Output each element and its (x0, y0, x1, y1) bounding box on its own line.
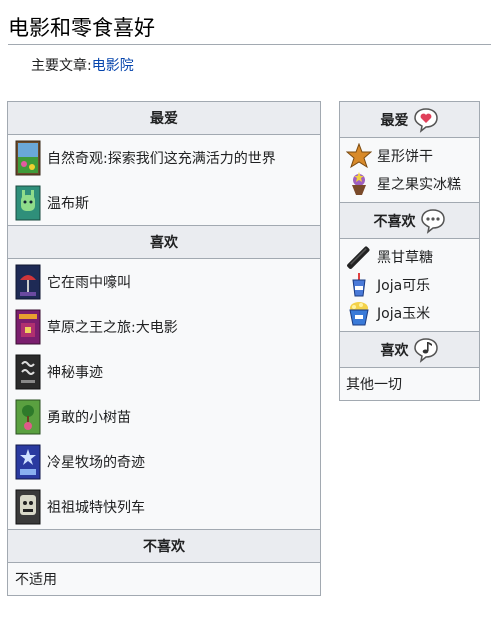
list-item: 黑甘草糖 (340, 243, 479, 271)
list-item: 草原之王之旅:大电影 (8, 304, 320, 349)
movies-disliked-header: 不喜欢 (7, 529, 321, 563)
list-item: 它在雨中嚎叫 (8, 259, 320, 304)
snacks-liked-value: 其他一切 (339, 367, 480, 401)
snack-name[interactable]: 星形饼干 (377, 146, 433, 166)
snack-name[interactable]: 黑甘草糖 (377, 247, 433, 267)
sapling-poster-icon[interactable] (15, 399, 41, 435)
movies-loved-header: 最爱 (7, 101, 321, 135)
movie-title[interactable]: 自然奇观:探索我们这充满活力的世界 (47, 148, 276, 168)
movie-preferences-table: 最爱 自然奇观:探索我们这充满活力的世界 温布斯 喜欢 它在雨中嚎叫 草原之王之… (7, 101, 321, 596)
movie-title[interactable]: 它在雨中嚎叫 (47, 272, 131, 292)
list-item: 星形饼干 (340, 142, 479, 170)
list-item: 冷星牧场的奇迹 (8, 439, 320, 484)
main-article-note: 主要文章:电影院 (31, 55, 134, 75)
main-article-link[interactable]: 电影院 (92, 58, 134, 74)
jojacorn-icon[interactable] (346, 300, 372, 326)
wumbus-poster-icon[interactable] (15, 185, 41, 221)
rain-poster-icon[interactable] (15, 264, 41, 300)
heart-bubble-icon (413, 107, 439, 133)
snack-preferences-table: 最爱 星形饼干 星之果实冰糕 不喜欢 黑甘草糖 Joja可乐 Joja玉米 喜欢… (339, 101, 480, 401)
black-licorice-icon[interactable] (346, 244, 372, 270)
stardrop-sorbet-icon[interactable] (346, 171, 372, 197)
joja-cola-icon[interactable] (346, 272, 372, 298)
list-item: Joja玉米 (340, 299, 479, 327)
movie-title[interactable]: 祖祖城特快列车 (47, 497, 145, 517)
list-item: Joja可乐 (340, 271, 479, 299)
snacks-disliked-header: 不喜欢 (373, 213, 416, 230)
snacks-liked-header-cell: 喜欢 (339, 331, 480, 368)
main-article-label: 主要文章: (31, 58, 92, 74)
movie-title[interactable]: 神秘事迹 (47, 362, 103, 382)
snack-name[interactable]: Joja玉米 (377, 303, 430, 323)
list-item: 神秘事迹 (8, 349, 320, 394)
movies-loved-cell: 自然奇观:探索我们这充满活力的世界 温布斯 (7, 134, 321, 226)
cold-star-poster-icon[interactable] (15, 444, 41, 480)
movie-title[interactable]: 勇敢的小树苗 (47, 407, 131, 427)
snacks-disliked-header-cell: 不喜欢 (339, 202, 480, 239)
movies-liked-header: 喜欢 (7, 225, 321, 259)
page-title: 电影和零食喜好 (8, 16, 155, 40)
snack-name[interactable]: 星之果实冰糕 (377, 174, 461, 194)
speech-bubble-icon (420, 208, 446, 234)
prairie-king-poster-icon[interactable] (15, 309, 41, 345)
snacks-loved-header: 最爱 (380, 112, 409, 129)
title-divider (8, 44, 491, 45)
list-item: 星之果实冰糕 (340, 170, 479, 198)
music-note-bubble-icon (413, 337, 439, 363)
movie-title[interactable]: 冷星牧场的奇迹 (47, 452, 145, 472)
snacks-loved-cell: 星形饼干 星之果实冰糕 (339, 137, 480, 203)
star-cookie-icon[interactable] (345, 142, 373, 169)
mysterium-poster-icon[interactable] (15, 354, 41, 390)
snacks-liked-header: 喜欢 (380, 342, 409, 359)
movie-title[interactable]: 草原之王之旅:大电影 (47, 317, 178, 337)
zuzu-express-poster-icon[interactable] (15, 489, 41, 525)
list-item: 祖祖城特快列车 (8, 484, 320, 529)
movies-liked-cell: 它在雨中嚎叫 草原之王之旅:大电影 神秘事迹 勇敢的小树苗 冷星牧场的奇迹 祖祖… (7, 258, 321, 530)
list-item: 自然奇观:探索我们这充满活力的世界 (8, 135, 320, 180)
movie-title[interactable]: 温布斯 (47, 193, 89, 213)
list-item: 勇敢的小树苗 (8, 394, 320, 439)
snacks-disliked-cell: 黑甘草糖 Joja可乐 Joja玉米 (339, 238, 480, 332)
nature-poster-icon[interactable] (15, 140, 41, 176)
snack-name[interactable]: Joja可乐 (377, 275, 430, 295)
snacks-loved-header-cell: 最爱 (339, 101, 480, 138)
movies-disliked-value: 不适用 (7, 562, 321, 596)
list-item: 温布斯 (8, 180, 320, 225)
